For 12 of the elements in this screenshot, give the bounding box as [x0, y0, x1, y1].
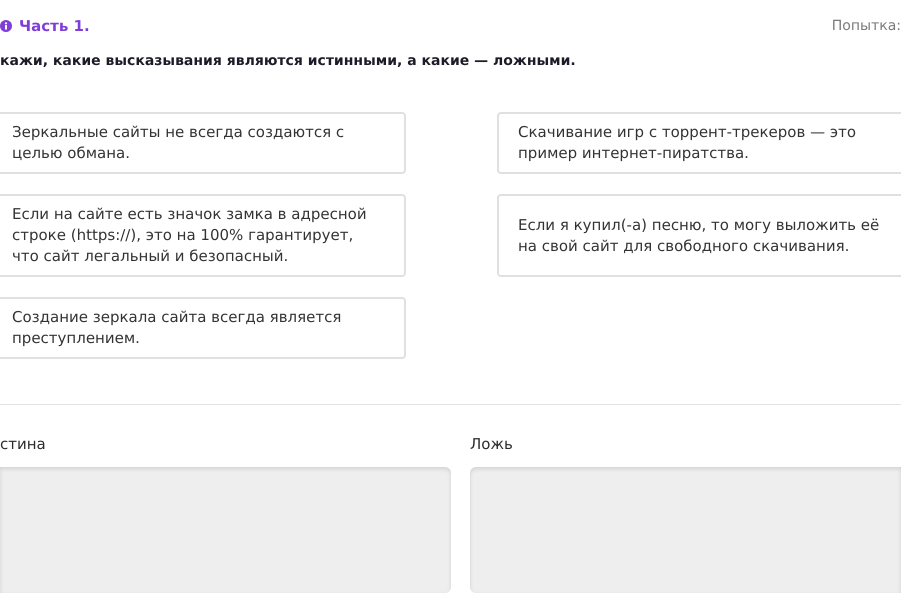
drop-zone[interactable] [470, 467, 901, 593]
category-label: Ложь [470, 434, 514, 454]
statement-card[interactable]: Создание зеркала сайта всегда является преступлением. [0, 297, 406, 359]
statement-card[interactable]: Если я купил(-а) песню, то могу выложить её на свой сайт для свободного скачивания. [497, 194, 901, 277]
drop-zone[interactable] [0, 467, 451, 593]
instruction-text: кажи, какие высказывания являются истинными, а какие — ложными. [0, 52, 577, 70]
statement-card[interactable]: Скачивание игр с торрент-трекеров — это пример интернет-пиратства. [497, 112, 901, 174]
attempt-label: Попытка: [832, 17, 901, 36]
category-label: стина [0, 434, 47, 454]
part-title: Часть 1. [19, 16, 90, 36]
statement-card[interactable]: Зеркальные сайты не всегда создаются с целью обмана. [0, 112, 406, 174]
statement-card[interactable]: Если на сайте есть значок замка в адресной строке (https://), это на 100% гарантирует, что сайт легальный и безопасный. [0, 194, 406, 277]
